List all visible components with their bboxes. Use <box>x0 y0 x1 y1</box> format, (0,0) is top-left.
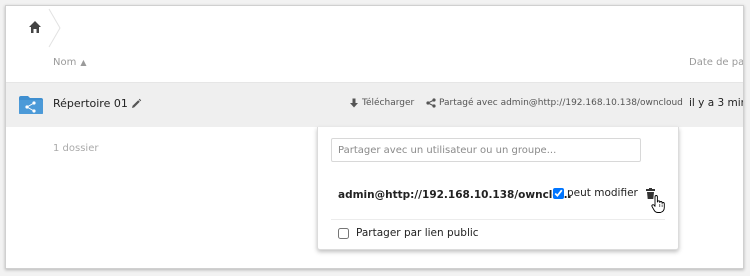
share-recipient: admin@http://192.168.10.138/ownclo... <box>338 189 572 201</box>
share-dropdown: admin@http://192.168.10.138/ownclo... pe… <box>317 127 679 250</box>
download-icon <box>350 98 358 108</box>
modified-date: il y a 3 minu <box>689 97 743 109</box>
can-edit-label: peut modifier <box>567 187 638 199</box>
files-app-window: Nom ▲ Date de par Répertoire 01 Télécharg… <box>5 5 744 269</box>
share-icon <box>426 98 436 108</box>
pencil-icon[interactable] <box>130 98 142 110</box>
public-link-checkbox[interactable] <box>338 227 349 239</box>
home-icon[interactable] <box>28 20 42 34</box>
share-button[interactable]: Partagé avec admin@http://192.168.10.138… <box>426 98 683 108</box>
column-header-date[interactable]: Date de par <box>689 57 743 68</box>
file-row[interactable]: Répertoire 01 Télécharger Partagé avec a… <box>6 83 743 127</box>
share-with-input[interactable] <box>331 138 641 162</box>
file-name[interactable]: Répertoire 01 <box>53 97 128 110</box>
share-status-label: Partagé avec admin@http://192.168.10.138… <box>439 98 683 108</box>
public-link-label: Partager par lien public <box>356 227 479 239</box>
download-label: Télécharger <box>362 98 415 108</box>
download-button[interactable]: Télécharger <box>349 98 414 108</box>
column-header-name-label: Nom <box>53 57 77 68</box>
trash-icon[interactable] <box>645 188 667 214</box>
share-divider <box>331 219 665 220</box>
file-count-summary: 1 dossier <box>53 143 99 154</box>
sort-ascending-icon: ▲ <box>80 58 87 67</box>
shared-folder-icon <box>19 96 43 114</box>
can-edit-checkbox[interactable] <box>553 187 564 199</box>
public-link-toggle[interactable]: Partager par lien public <box>338 227 479 239</box>
can-edit-toggle[interactable]: peut modifier <box>553 187 638 199</box>
column-header-name[interactable]: Nom ▲ <box>53 57 87 68</box>
breadcrumb-separator <box>48 8 61 48</box>
